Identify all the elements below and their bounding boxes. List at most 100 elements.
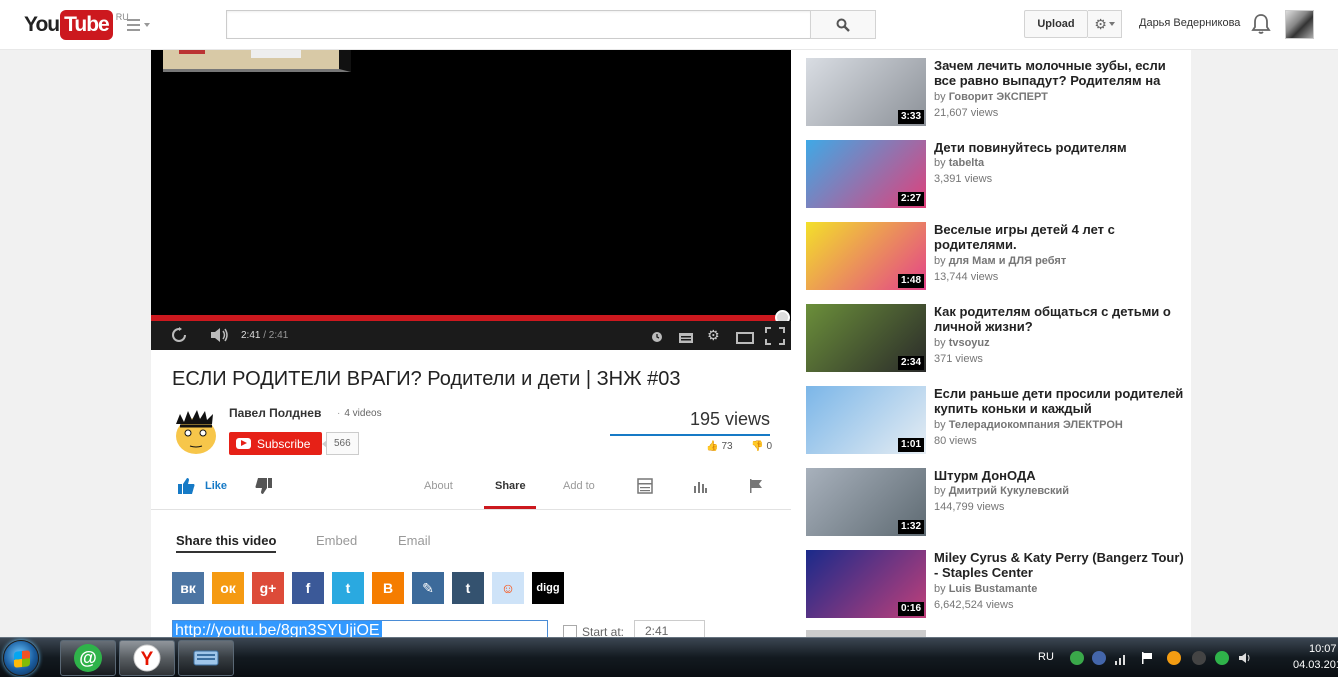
related-thumbnail[interactable]: 1:32 (806, 468, 926, 536)
share-digg-button[interactable]: digg (532, 572, 564, 604)
channel-name: tabelta (948, 157, 985, 169)
related-video-item[interactable]: 1:32 Штурм ДонОДА by Дмитрий Кукулевский 14… (806, 468, 1186, 536)
related-video-channel[interactable]: by Говорит ЭКСПЕРТ (934, 91, 1048, 103)
related-thumbnail[interactable]: 1:48 (806, 222, 926, 290)
settings-gear-icon[interactable]: ⚙ (707, 327, 720, 343)
related-video-item[interactable]: 3:33 Зачем лечить молочные зубы, если все… (806, 58, 1186, 126)
player-controls: 2:41 / 2:41 ⚙ (151, 321, 791, 350)
related-video-item[interactable]: 1:01 Если раньше дети просили родителей к… (806, 386, 1186, 454)
related-thumbnail[interactable]: 2:27 (806, 140, 926, 208)
channel-video-count[interactable]: · 4 videos (337, 408, 382, 419)
likes-number: 73 (721, 441, 733, 452)
taskbar-yandex-browser[interactable]: Y (119, 640, 175, 676)
theater-mode-icon[interactable] (736, 327, 754, 349)
related-video-item[interactable]: 2:27 Дети повинуйтесь родителям by tabelta… (806, 140, 1186, 208)
related-video-item[interactable]: 1:48 Веселые игры детей 4 лет с родителям… (806, 222, 1186, 290)
gear-icon: ⚙ (1094, 15, 1107, 32)
dislike-button[interactable] (255, 478, 272, 497)
share-vk-button[interactable]: вк (172, 572, 204, 604)
related-video-title[interactable]: Если раньше дети просили родителей купит… (934, 386, 1184, 416)
action-center-flag-icon[interactable] (1140, 651, 1154, 665)
signal-icon[interactable] (1114, 651, 1128, 665)
watch-later-icon[interactable] (651, 327, 663, 348)
youtube-logo[interactable]: You Tube RU (24, 10, 129, 40)
svg-text:Y: Y (141, 649, 154, 670)
related-video-title[interactable]: Зачем лечить молочные зубы, если все рав… (934, 58, 1184, 88)
replay-icon[interactable] (171, 327, 187, 346)
transcript-button[interactable] (637, 478, 653, 497)
related-thumbnail[interactable]: 3:33 (806, 58, 926, 126)
related-video-title[interactable]: Miley Cyrus & Katy Perry (Bangerz Tour) … (934, 550, 1184, 580)
share-tab-embed[interactable]: Embed (316, 533, 357, 548)
fullscreen-icon[interactable] (765, 327, 785, 348)
likes-count: 👍 73 (706, 441, 733, 452)
related-video-channel[interactable]: by tabelta (934, 157, 984, 169)
channel-name: Дмитрий Кукулевский (948, 485, 1070, 497)
share-google-plus-button[interactable]: g+ (252, 572, 284, 604)
media-app-icon[interactable] (1192, 651, 1206, 665)
username[interactable]: Дарья Ведерникова (1139, 17, 1240, 29)
share-reddit-button[interactable]: ☺ (492, 572, 524, 604)
share-tab-email[interactable]: Email (398, 533, 431, 548)
related-video-item[interactable]: 2:34 Как родителям общаться с детьми о ли… (806, 304, 1186, 372)
related-video-channel[interactable]: by для Мам и ДЛЯ ребят (934, 255, 1066, 267)
taskbar-keyboard-app[interactable] (178, 640, 234, 676)
related-video-item[interactable]: 0:16 Miley Cyrus & Katy Perry (Bangerz To… (806, 550, 1186, 618)
share-tumblr-button[interactable]: t (452, 572, 484, 604)
related-video-channel[interactable]: by Дмитрий Кукулевский (934, 485, 1069, 497)
network-app-icon[interactable] (1070, 651, 1084, 665)
share-tab-share[interactable]: Share this video (176, 533, 277, 553)
mail-tray-icon[interactable] (1215, 651, 1229, 665)
channel-name-link[interactable]: Павел Полднев (229, 406, 321, 420)
related-videos-sidebar: 3:33 Зачем лечить молочные зубы, если все… (791, 50, 1191, 637)
statistics-button[interactable] (692, 478, 708, 497)
tab-share[interactable]: Share (495, 480, 526, 492)
related-thumbnail[interactable]: 2:34 (806, 304, 926, 372)
related-thumbnail[interactable]: 0:16 (806, 550, 926, 618)
language-indicator[interactable]: RU (1038, 651, 1054, 663)
video-player[interactable]: 2:41 / 2:41 ⚙ (151, 50, 791, 350)
upload-button[interactable]: Upload (1024, 10, 1088, 38)
channel-avatar[interactable] (172, 406, 218, 454)
share-twitter-button[interactable]: t (332, 572, 364, 604)
share-livejournal-button[interactable]: ✎ (412, 572, 444, 604)
related-video-title[interactable]: Веселые игры детей 4 лет с родителями. (934, 222, 1184, 252)
search-button[interactable] (810, 10, 876, 39)
related-thumbnail[interactable]: 1:01 (806, 386, 926, 454)
settings-menu-button[interactable]: ⚙ (1088, 10, 1122, 38)
search-input[interactable] (226, 10, 811, 39)
related-video-channel[interactable]: by Телерадиокомпания ЭЛЕКТРОН (934, 419, 1123, 431)
related-video-title[interactable]: Дети повинуйтесь родителям (934, 140, 1184, 155)
related-video-views: 3,391 views (934, 173, 993, 185)
related-video-partial[interactable] (806, 630, 1186, 637)
reddit-icon: ☺ (500, 580, 516, 596)
captions-icon[interactable] (679, 327, 693, 349)
clock-date[interactable]: 04.03.2014 (1293, 659, 1338, 671)
volume-icon[interactable] (210, 327, 230, 346)
report-button[interactable] (748, 478, 764, 497)
logo-you-text: You (24, 13, 60, 36)
start-button[interactable] (3, 640, 39, 676)
account-avatar[interactable] (1285, 10, 1314, 39)
related-video-channel[interactable]: by Luis Bustamante (934, 583, 1037, 595)
clock-time[interactable]: 10:07 (1309, 643, 1337, 655)
yandex-disk-icon[interactable] (1167, 651, 1181, 665)
stats-icon (694, 482, 707, 493)
related-video-title[interactable]: Штурм ДонОДА (934, 468, 1184, 483)
share-odnoklassniki-button[interactable]: ок (212, 572, 244, 604)
share-blogger-button[interactable]: B (372, 572, 404, 604)
video-duration-badge: 2:27 (897, 192, 924, 206)
tab-about[interactable]: About (424, 480, 453, 492)
related-video-channel[interactable]: by tvsoyuz (934, 337, 990, 349)
keyboard-icon (193, 650, 219, 666)
share-facebook-button[interactable]: f (292, 572, 324, 604)
notifications-button[interactable] (1251, 13, 1271, 38)
like-button[interactable]: Like (178, 478, 227, 494)
security-icon[interactable] (1092, 651, 1106, 665)
speaker-icon[interactable] (1238, 651, 1252, 665)
related-video-title[interactable]: Как родителям общаться с детьми о личной… (934, 304, 1184, 334)
subscribe-button[interactable]: Subscribe (229, 432, 322, 455)
guide-menu-button[interactable] (127, 15, 153, 35)
taskbar-mail-agent[interactable]: @ (60, 640, 116, 676)
tab-add-to[interactable]: Add to (563, 480, 595, 492)
